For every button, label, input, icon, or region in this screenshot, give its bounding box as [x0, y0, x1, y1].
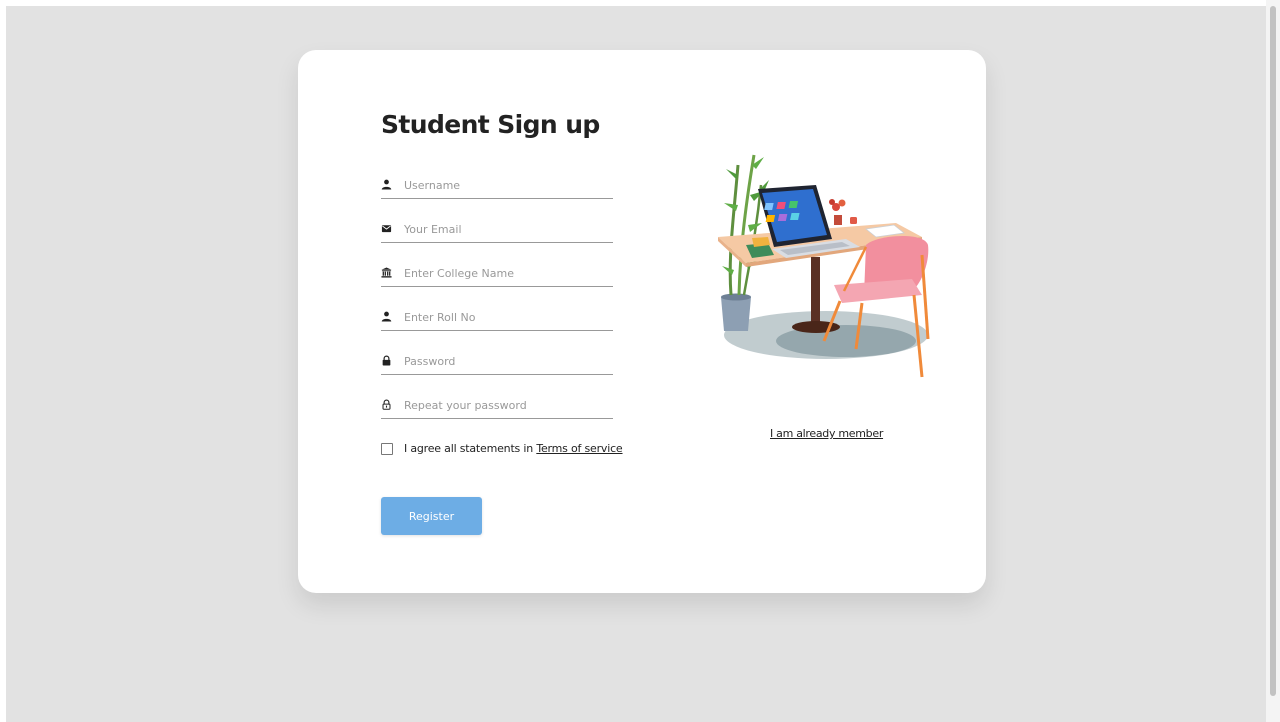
page-title: Student Sign up [381, 110, 600, 139]
already-member-link[interactable]: I am already member [770, 427, 883, 440]
agree-checkbox[interactable] [381, 443, 393, 455]
college-field[interactable] [381, 262, 613, 287]
scrollbar-thumb[interactable] [1270, 6, 1276, 696]
user-icon [381, 311, 392, 322]
agree-label: I agree all statements in Terms of servi… [404, 442, 623, 455]
email-input[interactable] [404, 218, 609, 240]
lock-outline-icon [382, 399, 391, 410]
envelope-icon [381, 225, 392, 233]
agree-text: I agree all statements in [404, 442, 537, 455]
terms-of-service-link[interactable]: Terms of service [536, 442, 622, 455]
register-button[interactable]: Register [381, 497, 482, 535]
roll-no-field[interactable] [381, 306, 613, 331]
signup-card: Student Sign up Username Your Email Ente… [298, 50, 986, 593]
page-background: Student Sign up Username Your Email Ente… [6, 6, 1266, 722]
password-field[interactable] [381, 350, 613, 375]
desk-laptop-chair-plant-illustration [718, 154, 930, 378]
username-input[interactable] [404, 174, 609, 196]
college-icon [381, 267, 392, 278]
scrollbar[interactable] [1266, 0, 1280, 722]
username-field[interactable] [381, 174, 613, 199]
user-icon [381, 179, 392, 190]
email-field[interactable] [381, 218, 613, 243]
lock-icon [382, 355, 391, 366]
roll-no-input[interactable] [404, 306, 609, 328]
password-input[interactable] [404, 350, 609, 372]
college-input[interactable] [404, 262, 609, 284]
repeat-password-field[interactable] [381, 394, 613, 419]
repeat-password-input[interactable] [404, 394, 609, 416]
